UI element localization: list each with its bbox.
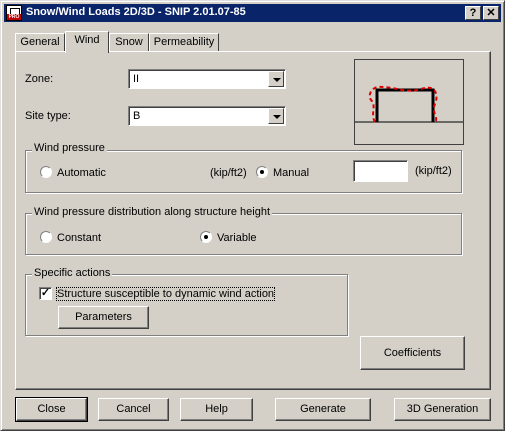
dialog-window: PRO Snow/Wind Loads 2D/3D - SNIP 2.01.07… [0, 0, 505, 431]
zone-value: II [133, 73, 140, 85]
close-button[interactable]: Close [15, 397, 88, 422]
zone-label: Zone: [25, 73, 54, 85]
chevron-down-icon[interactable] [268, 71, 284, 87]
3d-generation-button[interactable]: 3D Generation [394, 398, 491, 421]
constant-radio[interactable] [40, 231, 52, 243]
manual-unit: (kip/ft2) [415, 165, 452, 177]
automatic-unit: (kip/ft2) [210, 167, 247, 179]
site-type-select[interactable]: B [128, 106, 286, 126]
specific-actions-title: Specific actions [32, 267, 113, 279]
coefficients-button[interactable]: Coefficients [360, 336, 465, 370]
constant-label[interactable]: Constant [57, 232, 101, 244]
automatic-label[interactable]: Automatic [57, 167, 106, 179]
generate-button[interactable]: Generate [275, 398, 371, 421]
window-title: Snow/Wind Loads 2D/3D - SNIP 2.01.07-85 [26, 6, 246, 18]
help-button[interactable]: Help [180, 398, 253, 421]
variable-radio[interactable] [200, 231, 212, 243]
variable-label[interactable]: Variable [217, 232, 257, 244]
tab-permeability[interactable]: Permeability [149, 33, 219, 51]
tab-general[interactable]: General [15, 33, 65, 51]
distribution-title: Wind pressure distribution along structu… [32, 206, 273, 218]
parameters-button[interactable]: Parameters [58, 306, 149, 329]
help-title-button[interactable]: ? [465, 6, 481, 20]
tab-snow[interactable]: Snow [109, 33, 149, 51]
manual-pressure-input[interactable] [353, 160, 408, 182]
dynamic-wind-label[interactable]: Structure susceptible to dynamic wind ac… [55, 287, 276, 301]
wind-preview-diagram [354, 59, 464, 145]
manual-radio[interactable] [256, 166, 268, 178]
chevron-down-icon[interactable] [268, 108, 284, 124]
wind-pressure-title: Wind pressure [32, 142, 107, 154]
cancel-button[interactable]: Cancel [98, 398, 169, 421]
automatic-radio[interactable] [40, 166, 52, 178]
tab-wind[interactable]: Wind [65, 31, 109, 53]
pro-app-icon: PRO [6, 5, 22, 21]
site-type-value: B [133, 110, 141, 122]
close-title-button[interactable]: ✕ [483, 6, 499, 20]
title-bar[interactable]: PRO Snow/Wind Loads 2D/3D - SNIP 2.01.07… [4, 4, 501, 22]
zone-select[interactable]: II [128, 69, 286, 89]
manual-label[interactable]: Manual [273, 167, 309, 179]
site-type-label: Site type: [25, 110, 71, 122]
dynamic-wind-checkbox[interactable]: ✓ [39, 287, 52, 300]
building-wind-icon [355, 85, 463, 123]
